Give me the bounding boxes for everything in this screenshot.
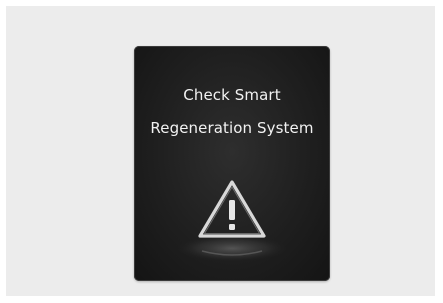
warning-triangle-icon [198, 180, 266, 238]
cluster-warning-display: Check Smart Regeneration System [134, 46, 330, 281]
warning-message-line-2: Regeneration System [150, 119, 314, 137]
image-frame: Check Smart Regeneration System [6, 6, 435, 296]
warning-message-line-1: Check Smart [183, 86, 281, 104]
